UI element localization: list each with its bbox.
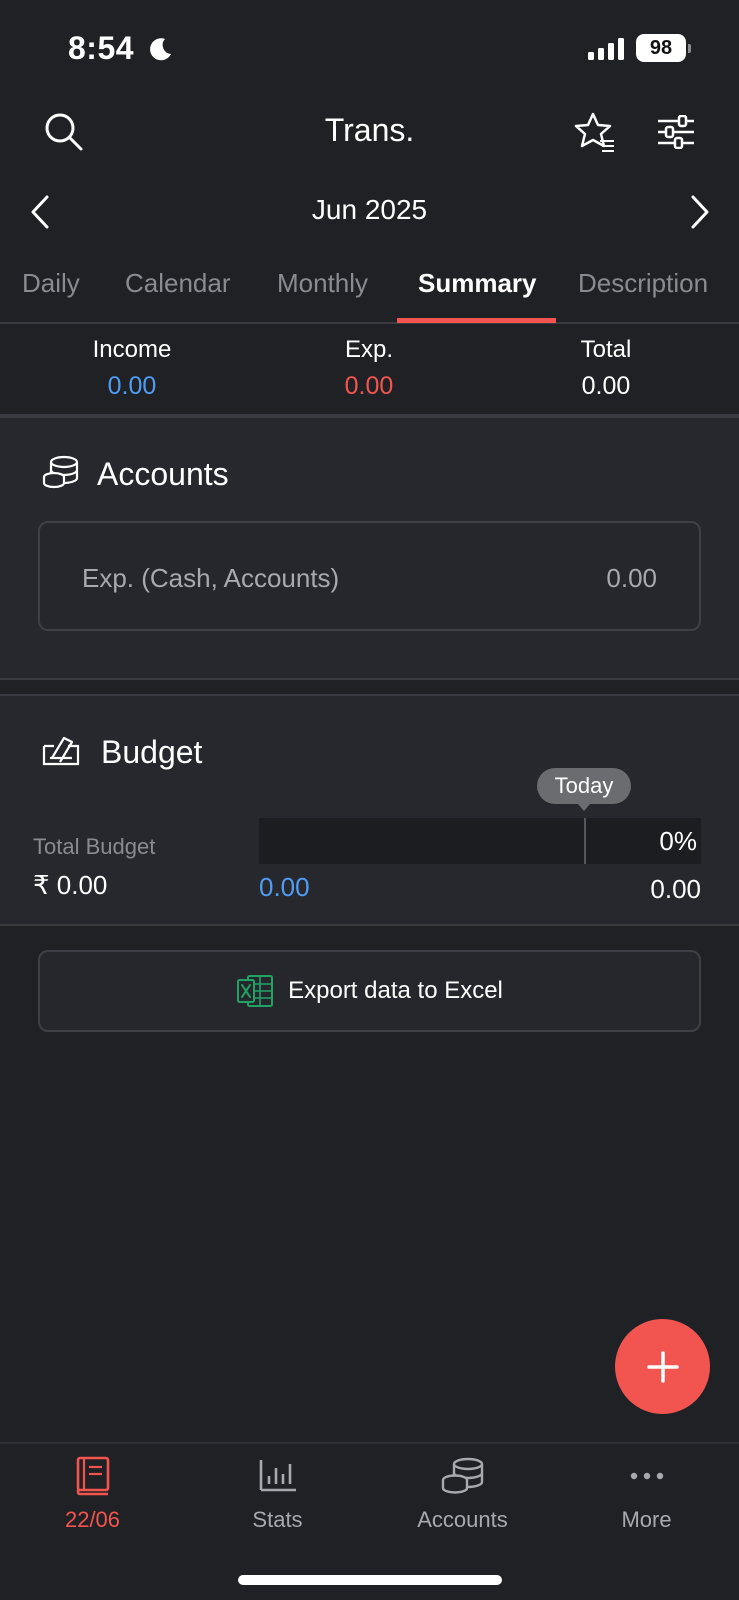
more-dots-icon: [630, 1472, 663, 1480]
income-summary: Income 0.00: [12, 336, 252, 401]
coins-stack-icon: [441, 1457, 483, 1494]
month-label: Jun 2025: [311, 194, 428, 225]
expense-value: 0.00: [344, 372, 394, 400]
budget-progress-track[interactable]: [259, 818, 701, 864]
page-title: Trans.: [324, 112, 415, 148]
tab-daily[interactable]: Daily: [22, 268, 80, 299]
moon-icon: [150, 38, 171, 61]
battery-indicator: 98: [636, 34, 686, 62]
nav-stats-label: Stats: [252, 1507, 303, 1532]
totals-bar: Income 0.00 Exp. 0.00 Total 0.00: [0, 324, 739, 416]
tab-summary[interactable]: Summary: [418, 268, 537, 299]
total-value: 0.00: [581, 372, 631, 400]
expense-summary: Exp. 0.00: [249, 336, 489, 401]
export-excel-button[interactable]: Export data to Excel: [38, 950, 701, 1032]
add-transaction-button[interactable]: [615, 1319, 710, 1414]
accounts-title: Accounts: [97, 456, 229, 492]
budget-title: Budget: [101, 734, 203, 770]
coins-icon: [42, 455, 79, 489]
total-budget-label: Total Budget: [33, 834, 156, 859]
ledger-book-icon: [76, 1456, 109, 1496]
tab-calendar[interactable]: Calendar: [125, 268, 231, 299]
accounts-row-label: Exp. (Cash, Accounts): [82, 563, 340, 593]
budget-icon: [42, 736, 80, 766]
signal-icon: [588, 38, 624, 60]
budget-section: [0, 694, 739, 926]
nav-accounts-label: Accounts: [417, 1507, 508, 1532]
status-time: 8:54: [68, 30, 135, 66]
plus-icon: [646, 1350, 679, 1383]
total-summary: Total 0.00: [486, 336, 726, 401]
filter-sliders-icon[interactable]: [652, 108, 700, 156]
budget-remaining-value: 0.00: [650, 874, 701, 904]
nav-transactions[interactable]: 22/06: [0, 1456, 185, 1533]
home-indicator: [238, 1575, 502, 1585]
battery-nub: [688, 44, 691, 53]
excel-icon: [237, 975, 274, 1007]
view-tabs: Daily Calendar Monthly Summary Descripti…: [0, 268, 739, 324]
budget-used-value: 0.00: [259, 872, 310, 902]
today-marker-arrow: [577, 803, 591, 811]
today-marker-line: [584, 818, 586, 864]
tab-description[interactable]: Description: [578, 268, 708, 299]
nav-more[interactable]: More: [554, 1456, 739, 1533]
income-value: 0.00: [107, 372, 157, 400]
active-tab-indicator: [397, 318, 556, 323]
favorites-star-icon[interactable]: [570, 108, 620, 156]
nav-accounts[interactable]: Accounts: [370, 1456, 555, 1533]
nav-more-label: More: [621, 1507, 672, 1532]
budget-percent: 0%: [659, 826, 697, 856]
bar-chart-icon: [259, 1460, 296, 1492]
export-button-label: Export data to Excel: [288, 977, 503, 1004]
nav-transactions-label: 22/06: [64, 1507, 121, 1532]
total-budget-amount: ₹ 0.00: [33, 870, 108, 900]
expense-label: Exp.: [344, 336, 394, 363]
nav-stats[interactable]: Stats: [185, 1456, 370, 1533]
accounts-row-value: 0.00: [606, 563, 657, 593]
income-label: Income: [92, 336, 172, 363]
tab-monthly[interactable]: Monthly: [277, 268, 368, 299]
total-label: Total: [580, 336, 632, 363]
today-marker-label: Today: [537, 768, 631, 804]
next-month-chevron-icon[interactable]: [682, 190, 718, 234]
